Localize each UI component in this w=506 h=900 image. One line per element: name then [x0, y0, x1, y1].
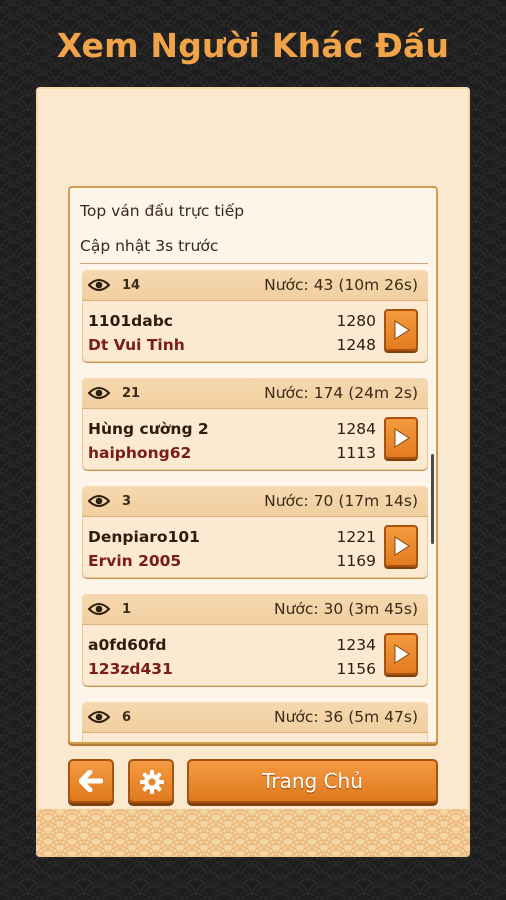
game-card-header: 3 Nước: 70 (17m 14s): [82, 486, 428, 517]
game-card[interactable]: 14 Nước: 43 (10m 26s) 1101dabc Dt Vui Ti…: [82, 270, 428, 362]
update-status: Cập nhật 3s trước: [80, 237, 219, 255]
player2-name: 123zd431: [88, 660, 173, 678]
eye-icon: [88, 495, 110, 507]
game-card[interactable]: 6 Nước: 36 (5m 47s): [82, 702, 428, 742]
play-icon: [394, 428, 410, 448]
player2-name: Dt Vui Tinh: [88, 336, 185, 354]
viewer-count: 6: [122, 710, 132, 725]
player2-score: 1156: [336, 660, 376, 678]
move-info: Nước: 43 (10m 26s): [264, 276, 418, 294]
eye-icon: [88, 711, 110, 723]
play-icon: [394, 320, 410, 340]
eye-icon: [88, 603, 110, 615]
home-button[interactable]: Trang Chủ: [187, 759, 438, 803]
watch-button[interactable]: [384, 417, 418, 459]
player1-name: a0fd60fd: [88, 636, 167, 654]
gear-icon: [140, 770, 164, 794]
player2-score: 1248: [336, 336, 376, 354]
eye-icon: [88, 387, 110, 399]
viewer-count: 14: [122, 278, 141, 293]
game-card[interactable]: 21 Nước: 174 (24m 2s) Hùng cường 2 haiph…: [82, 378, 428, 470]
play-icon: [394, 536, 410, 556]
player2-name: Ervin 2005: [88, 552, 182, 570]
back-button[interactable]: [68, 759, 114, 803]
watch-button[interactable]: [384, 525, 418, 567]
watch-button[interactable]: [384, 633, 418, 675]
player1-name: Denpiaro101: [88, 528, 200, 546]
settings-button[interactable]: [128, 759, 174, 803]
player2-score: 1113: [336, 444, 376, 462]
player1-score: 1284: [336, 420, 376, 438]
game-card-header: 6 Nước: 36 (5m 47s): [82, 702, 428, 733]
move-info: Nước: 36 (5m 47s): [273, 708, 418, 726]
game-card-header: 14 Nước: 43 (10m 26s): [82, 270, 428, 301]
game-card-header: 1 Nước: 30 (3m 45s): [82, 594, 428, 625]
scrollbar[interactable]: [431, 454, 434, 544]
panel-heading: Top ván đấu trực tiếp: [80, 202, 245, 220]
arrow-left-icon: [79, 770, 103, 792]
move-info: Nước: 174 (24m 2s): [264, 384, 418, 402]
page-title: Xem Người Khác Đấu: [56, 26, 450, 65]
live-games-panel: Top ván đấu trực tiếp Cập nhật 3s trước …: [68, 186, 438, 744]
viewer-count: 21: [122, 386, 141, 401]
player1-score: 1280: [336, 312, 376, 330]
game-card[interactable]: 1 Nước: 30 (3m 45s) a0fd60fd 123zd431 12…: [82, 594, 428, 686]
watch-button[interactable]: [384, 309, 418, 351]
player1-score: 1234: [336, 636, 376, 654]
viewer-count: 3: [122, 494, 132, 509]
viewer-count: 1: [122, 602, 132, 617]
move-info: Nước: 70 (17m 14s): [264, 492, 418, 510]
game-card[interactable]: 3 Nước: 70 (17m 14s) Denpiaro101 Ervin 2…: [82, 486, 428, 578]
player1-score: 1221: [336, 528, 376, 546]
player2-score: 1169: [336, 552, 376, 570]
player1-name: 1101dabc: [88, 312, 173, 330]
move-info: Nước: 30 (3m 45s): [273, 600, 418, 618]
divider: [80, 263, 428, 264]
eye-icon: [88, 279, 110, 291]
play-icon: [394, 644, 410, 664]
player1-name: Hùng cường 2: [88, 420, 209, 438]
player2-name: haiphong62: [88, 444, 192, 462]
game-card-header: 21 Nước: 174 (24m 2s): [82, 378, 428, 409]
wave-decoration: [36, 809, 470, 857]
